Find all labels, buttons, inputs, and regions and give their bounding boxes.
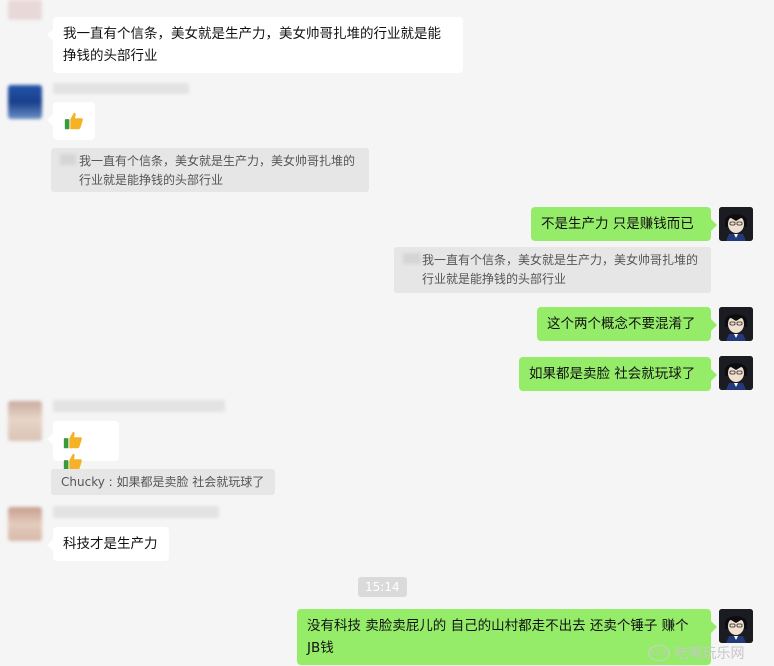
avatar-self[interactable]	[719, 609, 753, 643]
incoming-message[interactable]	[47, 421, 119, 471]
quoted-message[interactable]: 我一直有个信条，美女就是生产力，美女帅哥扎堆的行业就是能挣钱的头部行业	[51, 148, 369, 192]
profile-picture	[719, 307, 753, 341]
timestamp: 15:14	[358, 577, 407, 597]
outgoing-message[interactable]: 这个两个概念不要混淆了	[537, 307, 717, 341]
sender-name	[53, 400, 225, 412]
outgoing-message[interactable]: 如果都是卖脸 社会就玩球了	[519, 357, 717, 391]
incoming-message[interactable]	[47, 102, 95, 140]
quote-text: 我一直有个信条，美女就是生产力，美女帅哥扎堆的行业就是能挣钱的头部行业	[422, 253, 699, 286]
avatar-contact-3[interactable]	[8, 401, 42, 441]
quote-sender-blur	[403, 253, 421, 264]
avatar-self[interactable]	[719, 356, 753, 390]
sender-name	[53, 83, 189, 94]
avatar-self[interactable]	[719, 307, 753, 341]
profile-picture	[719, 356, 753, 390]
quote-sender-blur	[60, 154, 76, 165]
incoming-message[interactable]: 我一直有个信条，美女就是生产力，美女帅哥扎堆的行业就是能挣钱的头部行业	[47, 17, 463, 73]
quoted-message[interactable]: 我一直有个信条，美女就是生产力，美女帅哥扎堆的行业就是能挣钱的头部行业	[394, 247, 711, 293]
outgoing-message[interactable]: 不是生产力 只是赚钱而已	[531, 207, 717, 241]
profile-picture	[719, 609, 753, 643]
avatar-self[interactable]	[719, 207, 753, 241]
watermark-text: 吃喝玩乐网	[674, 646, 745, 662]
watermark: 52ch 吃喝玩乐网	[648, 643, 744, 663]
avatar-contact-top[interactable]	[8, 0, 42, 20]
sender-name	[53, 506, 219, 518]
quoted-message[interactable]: Chucky : 如果都是卖脸 社会就玩球了	[51, 469, 275, 495]
avatar-contact-2[interactable]	[8, 85, 42, 119]
watermark-badge: 52ch	[648, 645, 670, 661]
avatar-contact-4[interactable]	[8, 507, 42, 541]
quote-text: 我一直有个信条，美女就是生产力，美女帅哥扎堆的行业就是能挣钱的头部行业	[79, 154, 356, 187]
thumbs-up-icon	[64, 112, 83, 130]
profile-picture	[719, 207, 753, 241]
incoming-message[interactable]: 科技才是生产力	[47, 527, 169, 561]
thumbs-up-icon	[63, 431, 82, 449]
